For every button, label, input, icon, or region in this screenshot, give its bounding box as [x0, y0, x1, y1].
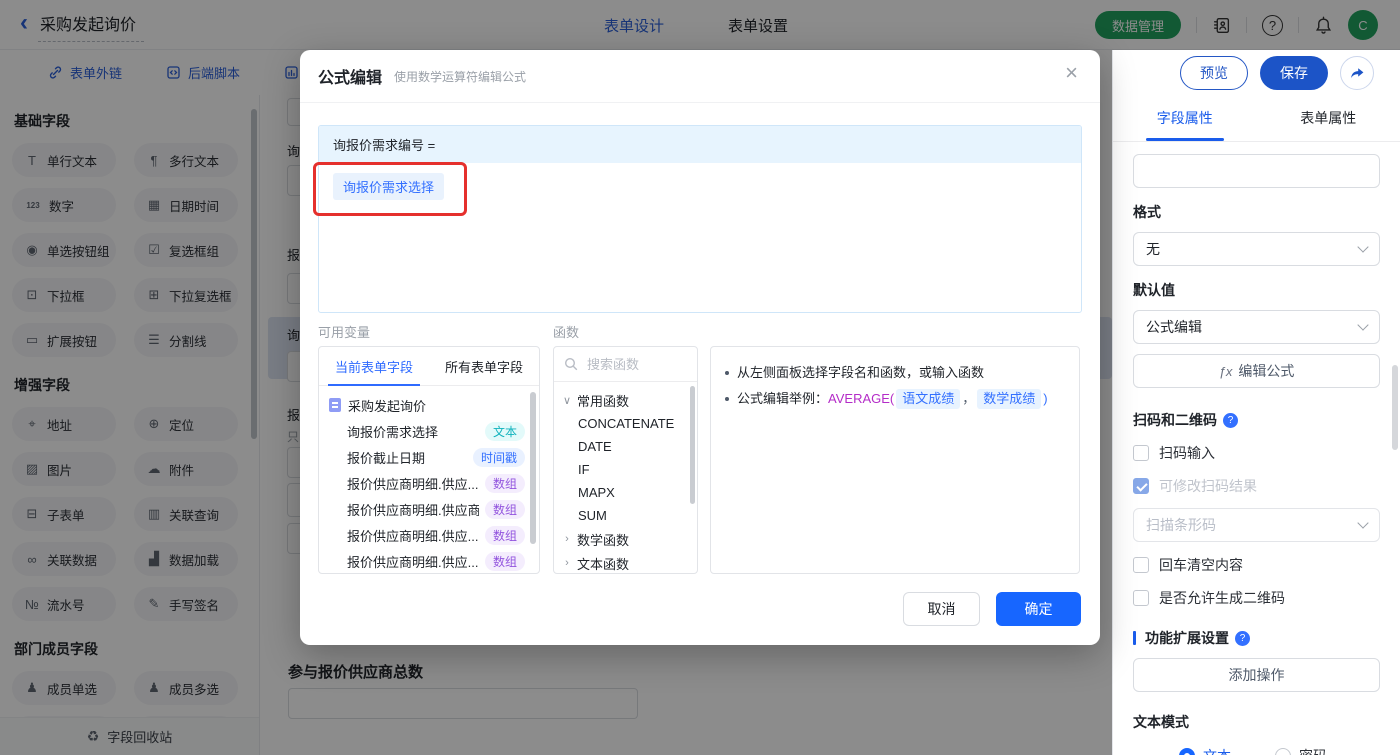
properties-content: 格式 无 默认值 公式编辑 ƒx 编辑公式 扫码和二维码 ? 扫码输入 可修改扫…: [1113, 142, 1400, 755]
variables-list: 采购发起询价 询报价需求选择 文本 报价截止日期 时间戳 报价供应商明细.供应.…: [319, 386, 539, 573]
format-label: 格式: [1133, 204, 1161, 220]
bullet-icon: [725, 397, 729, 401]
radio-password[interactable]: 密码: [1275, 746, 1327, 755]
formula-lhs: 询报价需求编号 =: [333, 138, 436, 153]
function-group-common[interactable]: ∨ 常用函数: [554, 388, 697, 412]
allow-qr-checkbox-row: 是否允许生成二维码: [1133, 588, 1380, 608]
radio-selected-icon: [1179, 748, 1195, 755]
format-select[interactable]: 无: [1133, 232, 1380, 266]
bullet-icon: [725, 371, 729, 375]
variables-tabs: 当前表单字段 所有表单字段: [319, 347, 539, 386]
tab-field-properties[interactable]: 字段属性: [1113, 95, 1257, 141]
example-field-chip: 数学成绩: [977, 389, 1042, 409]
variable-item[interactable]: 询报价需求选择 文本: [319, 418, 539, 444]
formula-help-panel: 从左侧面板选择字段名和函数，或输入函数 公式编辑举例：AVERAGE(语文成绩，…: [710, 346, 1080, 574]
variables-panel: 当前表单字段 所有表单字段 采购发起询价 询报价需求选择 文本 报价截止日期 时…: [318, 346, 540, 574]
scan-type-select[interactable]: 扫描条形码: [1133, 508, 1380, 542]
form-actions: 预览 保存: [1113, 50, 1400, 95]
tab-current-form-fields[interactable]: 当前表单字段: [319, 347, 429, 385]
tab-all-form-fields[interactable]: 所有表单字段: [429, 347, 539, 385]
text-mode-radios: 文本 密码: [1179, 746, 1380, 755]
editable-result-checkbox[interactable]: [1133, 478, 1149, 494]
functions-panel: ∨ 常用函数 CONCATENATE DATE IF MAPX SUM › 数学…: [553, 346, 698, 574]
panel-scrollbar[interactable]: [1392, 365, 1398, 450]
enter-clear-checkbox-row: 回车清空内容: [1133, 555, 1380, 575]
dialog-title: 公式编辑: [318, 70, 383, 87]
variable-item[interactable]: 报价供应商明细.供应商 数组: [319, 496, 539, 522]
scan-input-checkbox[interactable]: [1133, 445, 1149, 461]
scan-section-title: 扫码和二维码 ?: [1133, 410, 1380, 430]
function-item[interactable]: SUM: [554, 504, 697, 527]
variables-root-node[interactable]: 采购发起询价: [319, 392, 539, 418]
confirm-button[interactable]: 确定: [996, 592, 1081, 626]
help-example: 公式编辑举例：AVERAGE(语文成绩，数学成绩): [725, 387, 1065, 411]
tab-form-properties[interactable]: 表单属性: [1257, 95, 1400, 141]
extension-section-title: 功能扩展设置 ?: [1133, 628, 1380, 648]
chevron-down-icon: ∨: [562, 394, 572, 407]
radio-text[interactable]: 文本: [1179, 746, 1231, 755]
fx-icon: ƒx: [1218, 363, 1233, 379]
function-item[interactable]: IF: [554, 458, 697, 481]
functions-scrollbar[interactable]: [690, 386, 695, 504]
type-tag: 数组: [484, 473, 525, 493]
type-tag: 数组: [484, 525, 525, 545]
enter-clear-checkbox[interactable]: [1133, 557, 1149, 573]
formula-edit-dialog: 公式编辑 使用数学运算符编辑公式 × 询报价需求编号 = 询报价需求选择 可用变…: [300, 50, 1100, 645]
function-search: [554, 347, 697, 382]
type-tag: 时间戳: [472, 447, 525, 467]
type-tag: 数组: [484, 551, 525, 571]
type-tag: 数组: [484, 499, 525, 519]
allow-qr-checkbox[interactable]: [1133, 590, 1149, 606]
help-badge-icon[interactable]: ?: [1235, 630, 1250, 646]
function-item[interactable]: MAPX: [554, 481, 697, 504]
radio-unselected-icon: [1275, 748, 1291, 755]
function-item[interactable]: DATE: [554, 435, 697, 458]
variable-item[interactable]: 报价供应商明细.供应... 数组: [319, 548, 539, 573]
formula-target-bar: 询报价需求编号 =: [319, 126, 1081, 163]
help-tip: 从左侧面板选择字段名和函数，或输入函数: [725, 361, 1065, 385]
variables-label: 可用变量: [318, 325, 371, 340]
function-item[interactable]: CONCATENATE: [554, 412, 697, 435]
default-value-label: 默认值: [1133, 282, 1175, 298]
formula-field-token[interactable]: 询报价需求选择: [333, 173, 445, 200]
function-group-text[interactable]: › 文本函数: [554, 551, 697, 573]
variable-item[interactable]: 报价供应商明细.供应... 数组: [319, 522, 539, 548]
properties-tabs: 字段属性 表单属性: [1113, 95, 1400, 142]
properties-panel: 预览 保存 字段属性 表单属性 格式 无 默认值 公式编辑 ƒx 编辑公式 扫码…: [1112, 50, 1400, 755]
save-button[interactable]: 保存: [1260, 55, 1328, 90]
search-icon: [564, 357, 578, 371]
preview-button[interactable]: 预览: [1180, 55, 1248, 90]
chevron-right-icon: ›: [565, 533, 569, 545]
dialog-header: 公式编辑 使用数学运算符编辑公式 ×: [300, 50, 1100, 103]
close-icon[interactable]: ×: [1065, 62, 1078, 84]
formula-editor[interactable]: 询报价需求编号 = 询报价需求选择: [318, 125, 1082, 313]
app-screen: ‹ 采购发起询价 表单设计 表单设置 数据管理 ? C 表单外链 后端脚本 基础…: [0, 0, 1400, 755]
edit-formula-button[interactable]: ƒx 编辑公式: [1133, 354, 1380, 388]
functions-tree: ∨ 常用函数 CONCATENATE DATE IF MAPX SUM › 数学…: [554, 382, 697, 573]
type-tag: 文本: [484, 421, 525, 441]
dialog-subtitle: 使用数学运算符编辑公式: [394, 69, 527, 84]
editable-result-checkbox-row: 可修改扫码结果: [1133, 476, 1380, 496]
default-value-select[interactable]: 公式编辑: [1133, 310, 1380, 344]
variable-item[interactable]: 报价供应商明细.供应... 数组: [319, 470, 539, 496]
field-value-input[interactable]: [1133, 154, 1380, 188]
function-group-math[interactable]: › 数学函数: [554, 527, 697, 551]
document-icon: [329, 398, 341, 412]
chevron-right-icon: ›: [565, 557, 569, 569]
help-badge-icon[interactable]: ?: [1223, 412, 1238, 428]
share-arrow-icon: [1351, 67, 1364, 78]
text-mode-label: 文本模式: [1133, 714, 1189, 730]
share-button[interactable]: [1340, 55, 1374, 90]
example-function-name: AVERAGE(: [828, 391, 895, 406]
add-action-button[interactable]: 添加操作: [1133, 658, 1380, 692]
cancel-button[interactable]: 取消: [903, 592, 980, 626]
variable-item[interactable]: 报价截止日期 时间戳: [319, 444, 539, 470]
example-field-chip: 语文成绩: [896, 389, 961, 409]
modal-overlay: [0, 0, 1400, 50]
variables-scrollbar[interactable]: [530, 392, 536, 544]
functions-label: 函数: [553, 325, 580, 340]
function-search-input[interactable]: [585, 355, 679, 373]
scan-input-checkbox-row: 扫码输入: [1133, 443, 1380, 463]
